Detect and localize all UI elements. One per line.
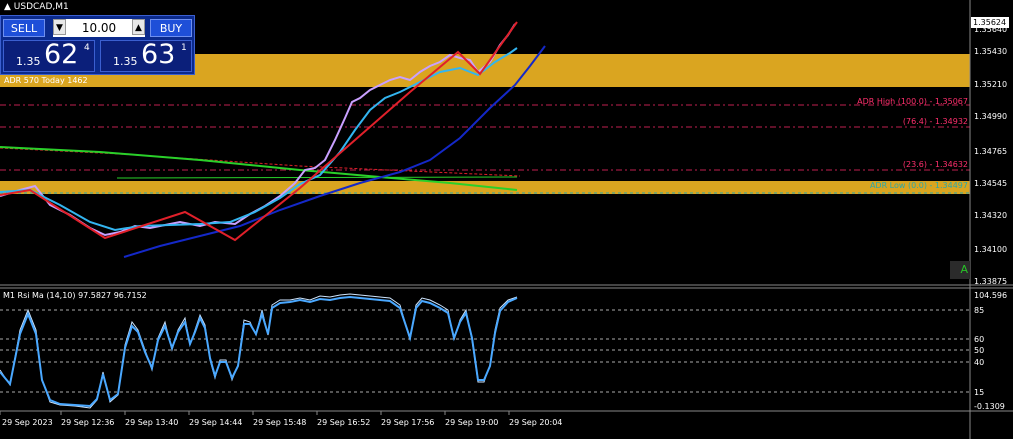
buy-quote-sup: 1 <box>181 43 187 53</box>
fib-label-100: ADR High (100.0) - 1.35067 <box>857 97 968 106</box>
time-label: 29 Sep 20:04 <box>509 418 563 427</box>
time-label: 29 Sep 2023 <box>2 418 53 427</box>
rsi-tick: -0.1309 <box>974 402 1005 411</box>
price-tick: 1.34990 <box>974 112 1008 121</box>
time-label: 29 Sep 16:52 <box>317 418 371 427</box>
price-tick: 1.34765 <box>974 147 1008 156</box>
sell-quote[interactable]: 1.35 62 4 <box>3 39 95 72</box>
time-label: 29 Sep 17:56 <box>381 418 435 427</box>
price-tick: 1.33875 <box>974 277 1008 286</box>
rsi-tick: 50 <box>974 346 985 355</box>
rsi-indicator-label: M1 Rsi Ma (14,10) 97.5827 96.7152 <box>3 291 147 300</box>
lot-size-value[interactable]: 10.00 <box>82 21 116 35</box>
indicator-badge[interactable]: A <box>950 261 970 279</box>
time-label: 29 Sep 19:00 <box>445 418 499 427</box>
rsi-tick: 15 <box>974 388 985 397</box>
one-click-trading-panel: SELL ▼ 10.00 ▲ BUY 1.35 62 4 1.35 63 1 <box>0 15 195 75</box>
price-tick: 1.34545 <box>974 179 1008 188</box>
rsi-tick: 40 <box>974 358 985 367</box>
chart-window[interactable]: ▲ USDCAD,M1 SELL ▼ 10.00 ▲ BUY 1.35 62 4… <box>0 0 1013 439</box>
time-label: 29 Sep 14:44 <box>189 418 243 427</box>
price-tick: 1.35430 <box>974 47 1008 56</box>
chevron-up-icon[interactable]: ▲ <box>132 19 145 35</box>
fib-label-76: (76.4) - 1.34932 <box>902 117 968 126</box>
adr-info: ADR 570 Today 1462 <box>4 76 88 85</box>
sell-quote-big: 62 <box>44 39 79 70</box>
chart-symbol-title: ▲ USDCAD,M1 <box>4 2 69 12</box>
fib-label-0: ADR Low (0.0) - 1.34497 <box>869 181 968 190</box>
time-label: 29 Sep 15:48 <box>253 418 307 427</box>
rsi-line <box>0 293 518 409</box>
sell-button[interactable]: SELL <box>3 19 45 37</box>
buy-quote-prefix: 1.35 <box>113 55 138 68</box>
rsi-tick: 104.596 <box>974 291 1008 300</box>
rsi-tick: 85 <box>974 306 985 315</box>
buy-button[interactable]: BUY <box>150 19 192 37</box>
chevron-down-icon[interactable]: ▼ <box>53 19 66 35</box>
buy-quote[interactable]: 1.35 63 1 <box>100 39 192 72</box>
sell-quote-sup: 4 <box>84 43 90 53</box>
buy-quote-big: 63 <box>141 39 176 70</box>
price-tick: 1.34100 <box>974 245 1008 254</box>
fib-label-23: (23.6) - 1.34632 <box>902 160 968 169</box>
price-tick: 1.35640 <box>974 25 1008 34</box>
price-tick: 1.34320 <box>974 211 1008 220</box>
time-label: 29 Sep 13:40 <box>125 418 179 427</box>
time-label: 29 Sep 12:36 <box>61 418 115 427</box>
lot-size-field[interactable]: ▼ 10.00 ▲ <box>53 19 145 37</box>
price-tick: 1.35210 <box>974 80 1008 89</box>
rsi-ma-line <box>0 295 518 408</box>
rsi-tick: 60 <box>974 335 985 344</box>
sell-quote-prefix: 1.35 <box>16 55 41 68</box>
